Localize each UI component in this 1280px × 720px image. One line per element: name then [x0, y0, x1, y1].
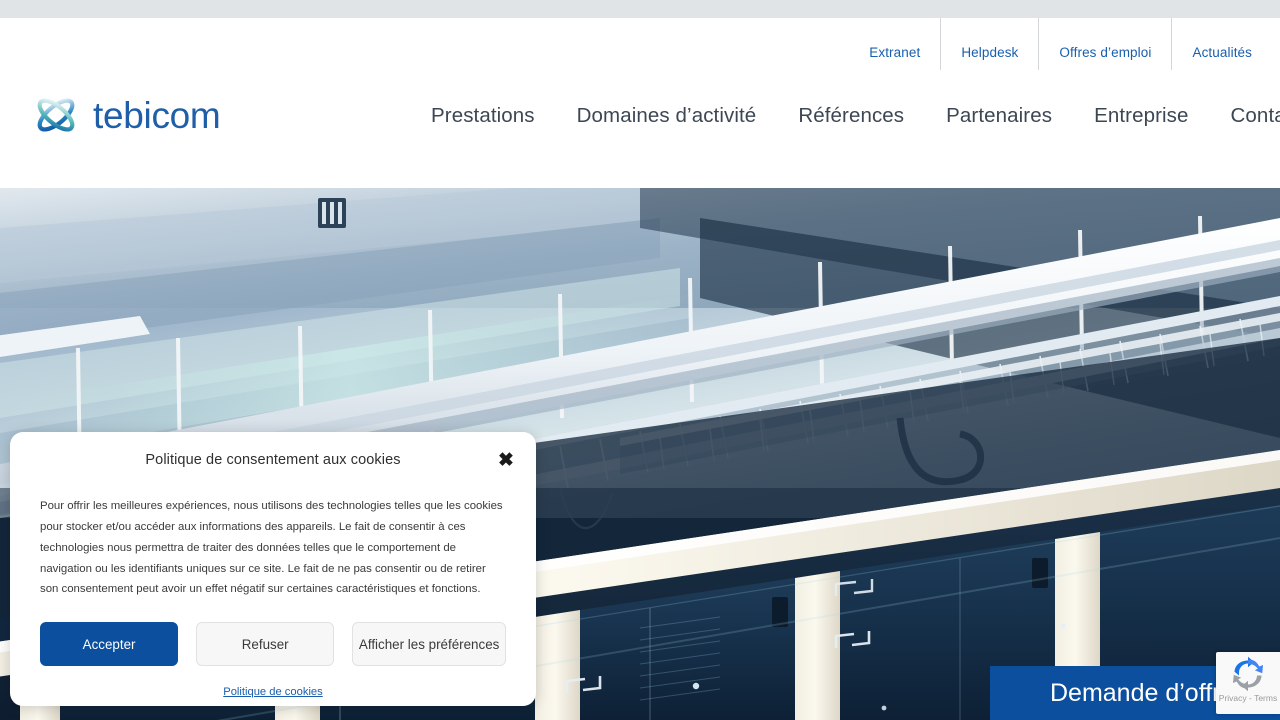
cookie-policy-link[interactable]: Politique de cookies: [223, 686, 323, 698]
nav-item-contact[interactable]: Contact: [1210, 96, 1280, 136]
nav-item-partenaires[interactable]: Partenaires: [925, 96, 1073, 136]
main-nav: Prestations Domaines d’activité Référenc…: [410, 96, 1280, 136]
nav-item-entreprise[interactable]: Entreprise: [1073, 96, 1209, 136]
cookie-policy-link-row: Politique de cookies: [10, 666, 536, 700]
site-logo[interactable]: tebicom: [30, 92, 221, 138]
recaptcha-badge[interactable]: Privacy - Terms: [1216, 652, 1280, 714]
cookie-dialog-header: Politique de consentement aux cookies ✖: [10, 432, 536, 488]
top-grey-strip: [0, 0, 1280, 18]
logo-wordmark: tebicom: [93, 94, 221, 136]
cookie-dialog-actions: Accepter Refuser Afficher les préférence…: [10, 600, 536, 667]
utility-nav-item-helpdesk[interactable]: Helpdesk: [940, 18, 1038, 70]
close-icon[interactable]: ✖: [496, 450, 516, 470]
utility-nav: Extranet Helpdesk Offres d’emploi Actual…: [849, 18, 1280, 70]
refuse-cookies-button[interactable]: Refuser: [196, 622, 335, 667]
atom-crossed-ellipses-icon: [30, 92, 82, 138]
nav-item-domaines-d-activite[interactable]: Domaines d’activité: [556, 96, 778, 136]
cookie-dialog-body-text: Pour offrir les meilleures expériences, …: [40, 500, 503, 596]
page-root: Extranet Helpdesk Offres d’emploi Actual…: [0, 0, 1280, 720]
recaptcha-icon: [1230, 656, 1266, 692]
nav-item-prestations[interactable]: Prestations: [410, 96, 556, 136]
nav-item-references[interactable]: Références: [777, 96, 925, 136]
utility-nav-item-extranet[interactable]: Extranet: [849, 18, 940, 70]
show-preferences-button[interactable]: Afficher les préférences: [352, 622, 506, 667]
recaptcha-legal-text: Privacy - Terms: [1218, 693, 1278, 703]
accept-cookies-button[interactable]: Accepter: [40, 622, 179, 667]
cookie-consent-dialog: Politique de consentement aux cookies ✖ …: [10, 432, 536, 706]
site-header: tebicom Prestations Domaines d’activité …: [0, 70, 1280, 188]
cookie-dialog-title: Politique de consentement aux cookies: [145, 452, 401, 468]
utility-nav-item-actualites[interactable]: Actualités: [1171, 18, 1280, 70]
utility-nav-item-offres-d-emploi[interactable]: Offres d’emploi: [1038, 18, 1171, 70]
